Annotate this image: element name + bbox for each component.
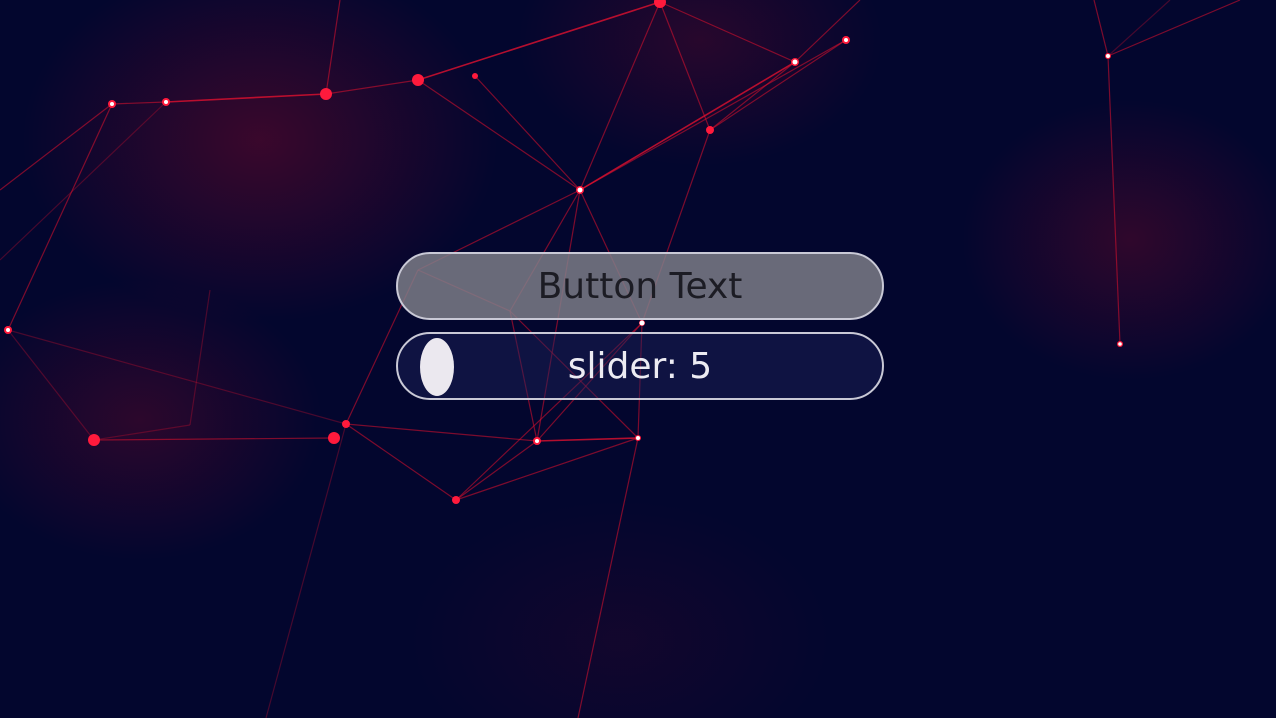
slider-label: slider: 5 (398, 334, 882, 398)
main-button[interactable]: Button Text (396, 252, 884, 320)
slider-value: 5 (689, 345, 713, 387)
button-label: Button Text (537, 265, 743, 307)
game-screen: Button Text slider: 5 (0, 0, 1276, 718)
slider-label-prefix: slider: (567, 345, 678, 387)
value-slider[interactable]: slider: 5 (396, 332, 884, 400)
